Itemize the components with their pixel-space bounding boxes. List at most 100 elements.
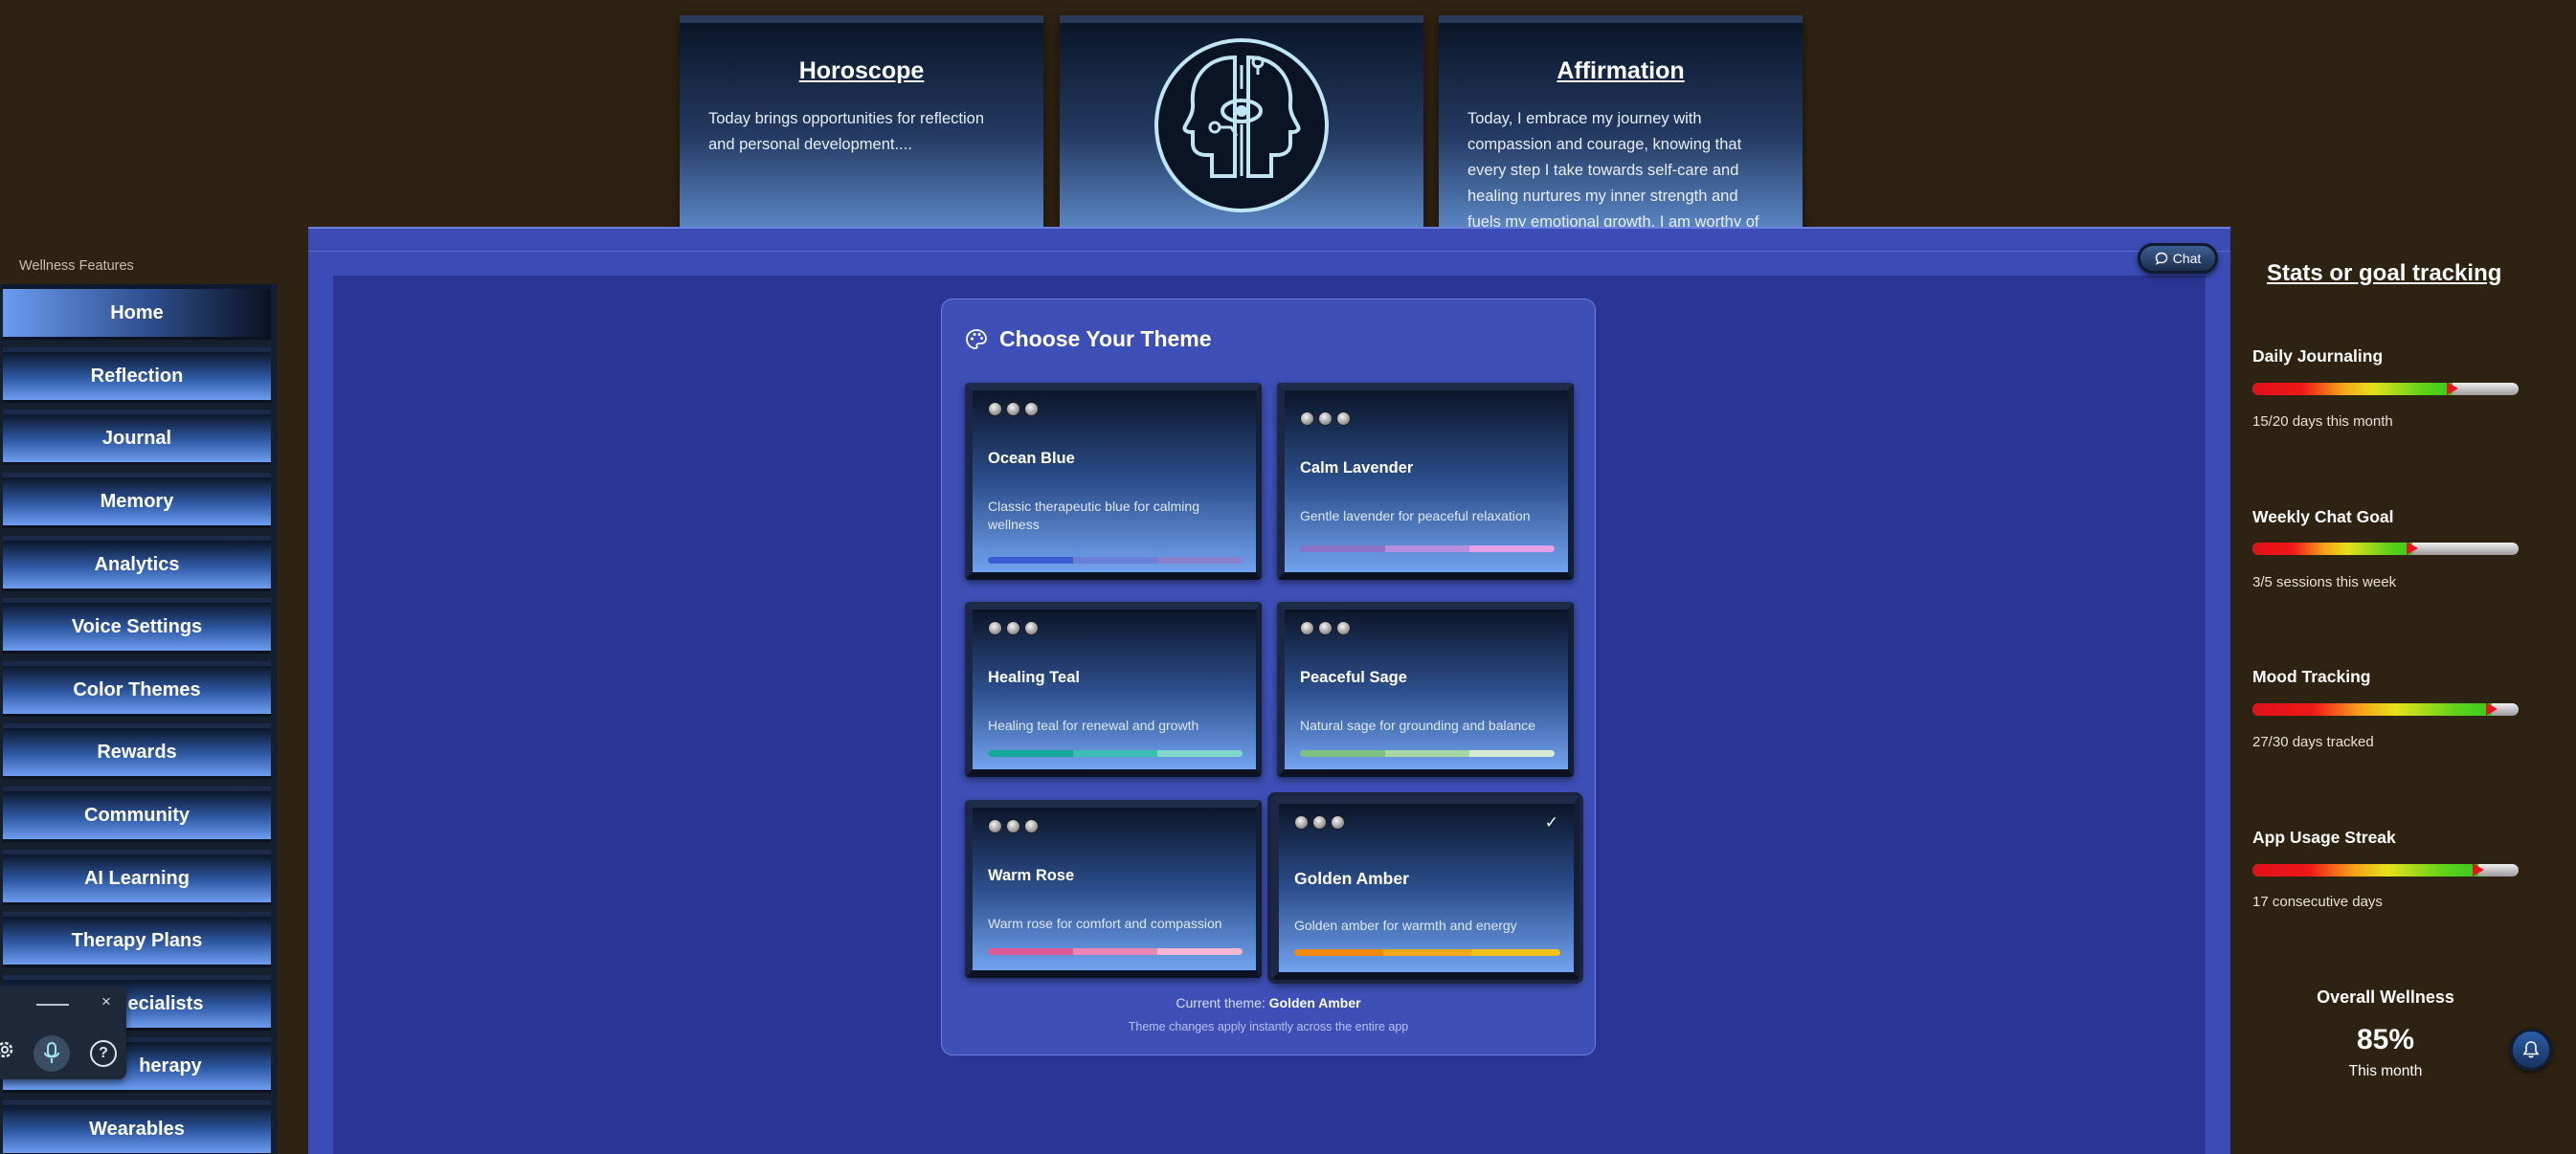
stat-label-daily-journaling: Daily Journaling (2252, 346, 2384, 366)
stat-label-mood-tracking: Mood Tracking (2252, 667, 2371, 686)
theme-name: Calm Lavender (1300, 459, 1414, 477)
stats-title: Stats or goal tracking (2267, 260, 2502, 286)
drag-handle[interactable] (36, 1004, 69, 1006)
voice-widget: × ? (0, 986, 126, 1079)
theme-name: Warm Rose (988, 867, 1075, 884)
sidebar-item-label: Wearables (89, 1118, 185, 1140)
stat-text-mood-tracking: 27/30 days tracked (2252, 734, 2374, 750)
horoscope-card: Horoscope Today brings opportunities for… (680, 15, 1043, 228)
theme-description: Golden amber for warmth and energy (1294, 918, 1517, 933)
sidebar-item-label: Voice Settings (71, 615, 203, 637)
sidebar-item-label: Color Themes (73, 678, 201, 700)
theme-card-calm-lavender[interactable]: Calm Lavender Gentle lavender for peacef… (1277, 383, 1574, 580)
overall-wellness-value: 85% (2356, 1024, 2415, 1055)
gear-icon[interactable] (0, 1039, 15, 1060)
microphone-button[interactable] (34, 1035, 70, 1072)
sidebar-item-label: Analytics (94, 553, 180, 575)
theme-description: Warm rose for comfort and compassion (988, 916, 1222, 931)
overall-wellness-label: Overall Wellness (2317, 988, 2454, 1007)
sidebar-item-label: ecialists (127, 992, 204, 1014)
stat-text-weekly-chat-goal: 3/5 sessions this week (2252, 574, 2397, 590)
theme-dots (1300, 411, 1351, 426)
sidebar-item-label: Rewards (97, 741, 177, 763)
theme-card-warm-rose[interactable]: Warm Rose Warm rose for comfort and comp… (965, 800, 1262, 978)
stat-text-daily-journaling: 15/20 days this month (2252, 413, 2393, 430)
stat-progress-daily-journaling (2252, 383, 2519, 395)
swatch-color (1072, 948, 1158, 955)
stat-progress-mood-tracking (2252, 703, 2519, 716)
theme-note: Theme changes apply instantly across the… (1128, 1020, 1409, 1033)
notification-button[interactable] (2510, 1029, 2552, 1071)
bell-icon (2522, 1041, 2540, 1058)
sidebar-item-label: Memory (100, 490, 174, 512)
swatch-color (1300, 750, 1385, 757)
sidebar-item-community[interactable]: Community (3, 787, 271, 842)
sidebar-item-color-themes[interactable]: Color Themes (3, 661, 271, 717)
swatch-color (1471, 949, 1560, 956)
affirmation-text: Today, I embrace my journey with compass… (1467, 110, 1759, 228)
sidebar-item-ai-learning[interactable]: AI Learning (3, 850, 271, 905)
mind-card (1060, 15, 1423, 228)
sidebar-item-home[interactable]: Home (3, 284, 271, 340)
close-icon[interactable]: × (101, 992, 111, 1011)
swatch-color (1384, 750, 1470, 757)
stat-progress-fill (2252, 383, 2457, 395)
stat-progress-app-usage-streak (2252, 864, 2519, 877)
horoscope-text: Today brings opportunities for reflectio… (708, 110, 984, 153)
theme-description: Healing teal for renewal and growth (988, 718, 1199, 733)
theme-name: Healing Teal (988, 669, 1080, 686)
stat-label-app-usage-streak: App Usage Streak (2252, 828, 2396, 847)
stat-progress-fill (2252, 543, 2418, 555)
microphone-icon (44, 1042, 59, 1063)
theme-dots (988, 819, 1039, 833)
theme-card-peaceful-sage[interactable]: Peaceful Sage Natural sage for grounding… (1277, 602, 1574, 777)
theme-card-golden-amber[interactable]: ✓ Golden Amber Golden amber for warmth a… (1271, 796, 1579, 980)
sidebar-item-journal[interactable]: Journal (3, 410, 271, 465)
sidebar-item-wearables[interactable]: Wearables (3, 1100, 271, 1154)
horoscope-title: Horoscope (798, 57, 925, 84)
theme-description: Gentle lavender for peaceful relaxation (1300, 508, 1531, 523)
theme-dots (1294, 815, 1345, 830)
sidebar-item-label: AI Learning (83, 867, 190, 889)
swatch-color (1294, 949, 1383, 956)
sidebar-item-memory[interactable]: Memory (3, 473, 271, 528)
overall-wellness-period: This month (2348, 1063, 2423, 1079)
help-icon[interactable]: ? (90, 1040, 117, 1067)
current-theme-value: Golden Amber (1268, 995, 1361, 1010)
swatch-color (988, 948, 1073, 955)
sidebar-item-therapy-plans[interactable]: Therapy Plans (3, 912, 271, 967)
chat-button[interactable]: Chat (2138, 243, 2218, 274)
sidebar-item-label: Therapy Plans (71, 929, 203, 951)
palette-icon (966, 329, 987, 349)
theme-swatch (988, 557, 1243, 564)
theme-name: Golden Amber (1294, 869, 1409, 888)
chat-button-label: Chat (2172, 251, 2202, 266)
sidebar-item-label: Home (110, 301, 164, 323)
theme-card-ocean-blue[interactable]: Ocean Blue Classic therapeutic blue for … (965, 383, 1262, 580)
current-theme: Current theme: Golden Amber (941, 995, 1596, 1010)
sidebar-title: Wellness Features (19, 258, 134, 274)
theme-dots (1300, 621, 1351, 635)
swatch-color (1157, 948, 1243, 955)
sidebar-item-rewards[interactable]: Rewards (3, 723, 271, 779)
sidebar-item-analytics[interactable]: Analytics (3, 536, 271, 591)
chat-bubble-icon (2155, 252, 2167, 265)
swatch-color (1469, 545, 1555, 552)
main-divider (308, 251, 2230, 252)
theme-dots (988, 402, 1039, 416)
theme-card-healing-teal[interactable]: Healing Teal Healing teal for renewal an… (965, 602, 1262, 777)
current-theme-label: Current theme: (1176, 995, 1266, 1010)
stat-progress-fill (2252, 703, 2498, 716)
theme-swatch (1294, 949, 1560, 956)
swatch-color (1157, 750, 1243, 757)
swatch-color (1382, 949, 1472, 956)
swatch-color (1469, 750, 1555, 757)
sidebar-item-voice-settings[interactable]: Voice Settings (3, 598, 271, 654)
swatch-color (1384, 545, 1470, 552)
theme-name: Peaceful Sage (1300, 669, 1407, 686)
mind-circuit-head-icon (1154, 38, 1329, 212)
sidebar-item-label: Reflection (90, 365, 184, 387)
sidebar-item-label: Journal (101, 427, 172, 449)
sidebar-item-reflection[interactable]: Reflection (3, 347, 271, 403)
theme-description: Natural sage for grounding and balance (1300, 718, 1535, 733)
